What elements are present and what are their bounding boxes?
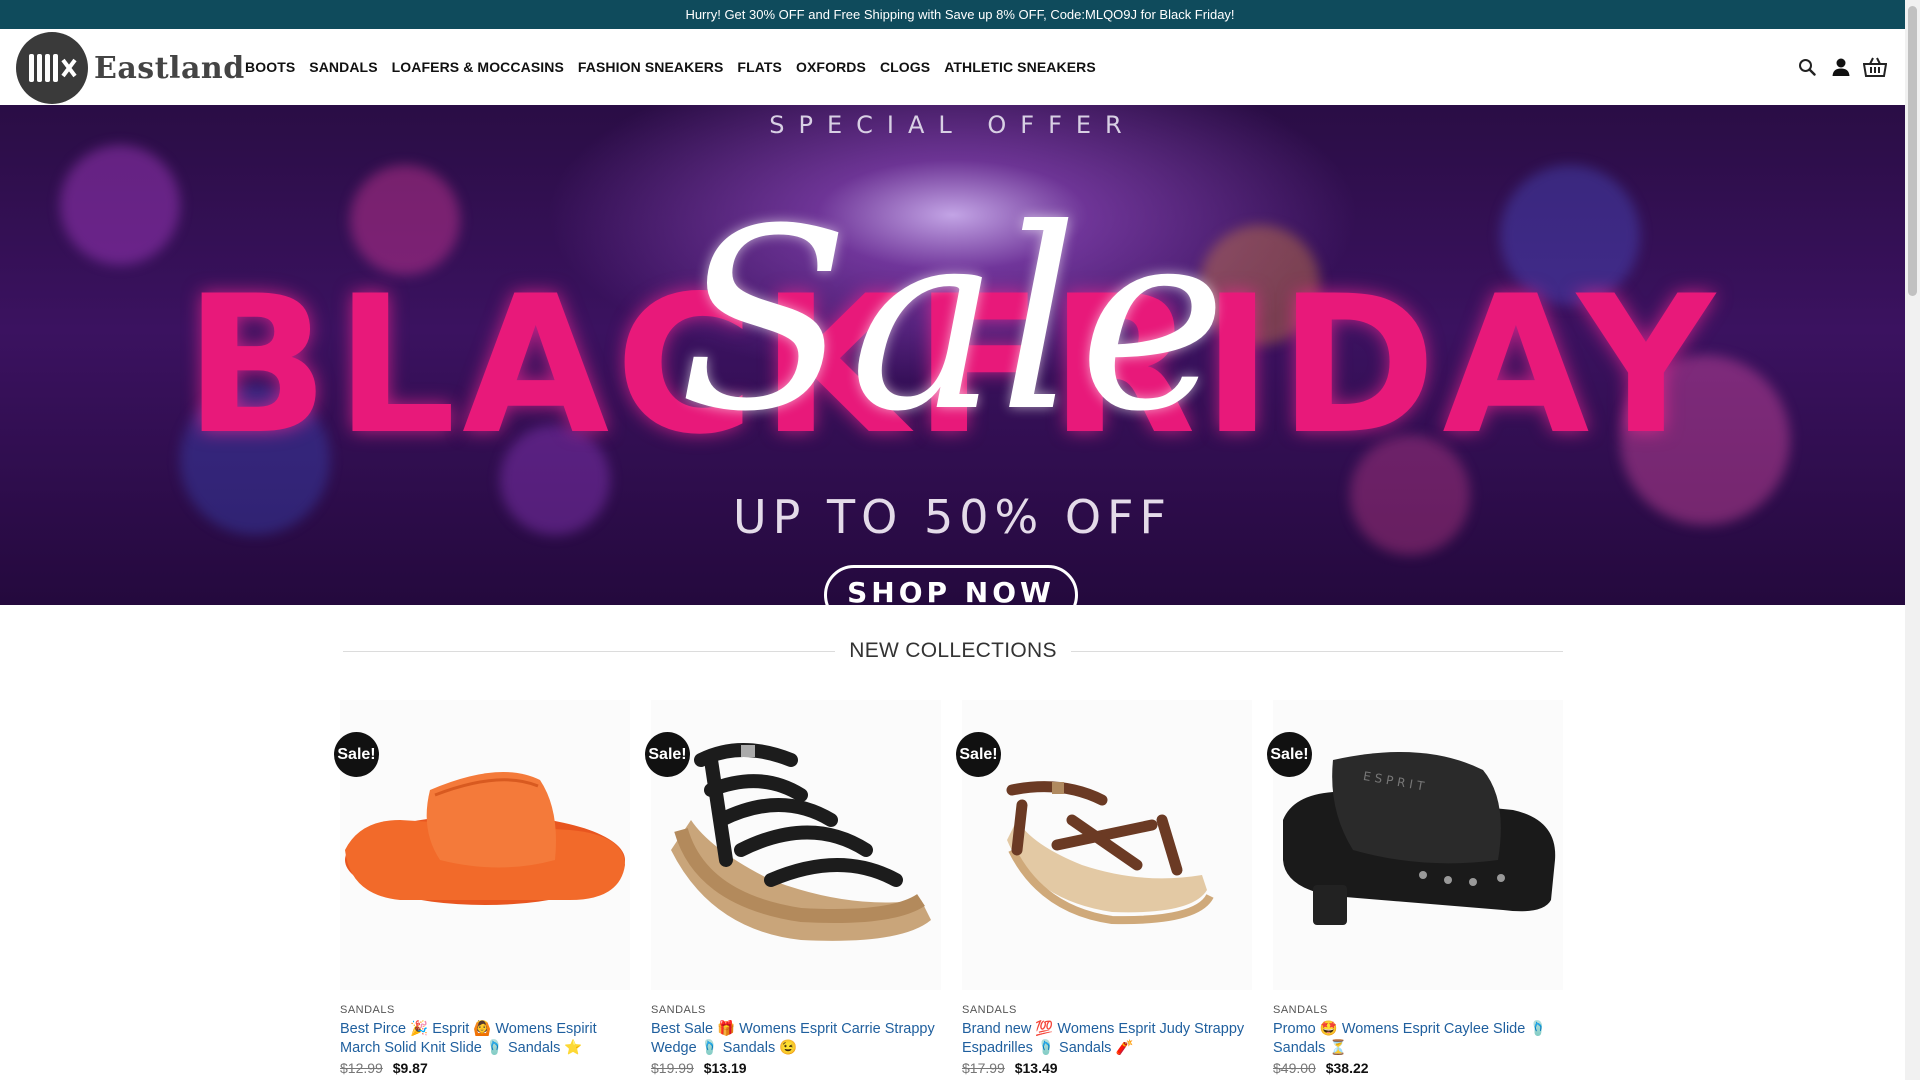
- promo-bar: Hurry! Get 30% OFF and Free Shipping wit…: [0, 0, 1920, 29]
- nav-flats[interactable]: FLATS: [737, 59, 782, 75]
- product-name[interactable]: Brand new 💯 Womens Esprit Judy Strappy E…: [962, 1020, 1254, 1058]
- divider: [1070, 650, 1563, 652]
- product-category[interactable]: SANDALS: [962, 1004, 1254, 1016]
- nav-boots[interactable]: BOOTS: [245, 59, 295, 75]
- search-icon[interactable]: [1795, 55, 1819, 79]
- brand-logo[interactable]: Eastland: [16, 32, 245, 104]
- main-nav: BOOTS SANDALS LOAFERS & MOCCASINS FASHIO…: [245, 29, 1110, 105]
- section-title: NEW COLLECTIONS: [849, 639, 1057, 662]
- product-card[interactable]: ESPRIT Sale! SANDALS Promo 🤩 Womens Espr…: [1267, 700, 1565, 1076]
- product-card[interactable]: Sale! SANDALS Brand new 💯 Womens Esprit …: [956, 700, 1254, 1076]
- old-price: $12.99: [340, 1060, 383, 1076]
- hero-sale-script: Sale: [678, 175, 1227, 466]
- nav-clogs[interactable]: CLOGS: [880, 59, 930, 75]
- basket-icon[interactable]: [1863, 55, 1887, 79]
- espadrille-sandal-image: [1006, 781, 1214, 925]
- product-category[interactable]: SANDALS: [1273, 1004, 1565, 1016]
- sale-price: $13.49: [1014, 1060, 1058, 1076]
- product-price: $49.00 $38.22: [1273, 1060, 1565, 1076]
- old-price: $49.00: [1273, 1060, 1316, 1076]
- old-price: $17.99: [962, 1060, 1005, 1076]
- shop-now-button[interactable]: SHOP NOW: [824, 565, 1078, 605]
- sale-badge: Sale!: [1267, 732, 1312, 777]
- product-category[interactable]: SANDALS: [340, 1004, 632, 1016]
- site-header: Eastland BOOTS SANDALS LOAFERS & MOCCASI…: [0, 29, 1905, 106]
- product-price: $17.99 $13.49: [962, 1060, 1254, 1076]
- product-price: $19.99 $13.19: [651, 1060, 943, 1076]
- product-image[interactable]: Sale!: [334, 700, 630, 990]
- strappy-wedge-image: [671, 743, 931, 941]
- product-category[interactable]: SANDALS: [651, 1004, 943, 1016]
- hero-special-offer: SPECIAL OFFER: [769, 111, 1136, 139]
- sale-price: $13.19: [703, 1060, 747, 1076]
- sale-price: $9.87: [392, 1060, 428, 1076]
- platform-slide-image: ESPRIT: [1283, 752, 1556, 925]
- product-grid: Sale! SANDALS Best Pirce 🎉 Esprit 🙆 Wome…: [334, 700, 1570, 1080]
- nav-loafers-moccasins[interactable]: LOAFERS & MOCCASINS: [392, 59, 564, 75]
- sale-badge: Sale!: [956, 732, 1001, 777]
- nav-fashion-sneakers[interactable]: FASHION SNEAKERS: [578, 59, 724, 75]
- promo-text: Hurry! Get 30% OFF and Free Shipping wit…: [685, 7, 1235, 22]
- product-card[interactable]: Sale! SANDALS Best Sale 🎁 Womens Esprit …: [645, 700, 943, 1076]
- page-scrollbar[interactable]: [1905, 0, 1920, 1080]
- product-name[interactable]: Best Sale 🎁 Womens Esprit Carrie Strappy…: [651, 1020, 943, 1058]
- product-price: $12.99 $9.87: [340, 1060, 632, 1076]
- product-card[interactable]: Sale! SANDALS Best Pirce 🎉 Esprit 🙆 Wome…: [334, 700, 632, 1076]
- header-icons: [1785, 29, 1887, 105]
- nav-oxfords[interactable]: OXFORDS: [796, 59, 866, 75]
- product-image[interactable]: Sale!: [645, 700, 941, 990]
- sale-badge: Sale!: [334, 732, 379, 777]
- logo-mark-icon: [16, 32, 88, 104]
- scrollbar-thumb[interactable]: [1908, 6, 1917, 296]
- product-name[interactable]: Promo 🤩 Womens Esprit Caylee Slide 🩴 San…: [1273, 1020, 1565, 1058]
- sale-badge: Sale!: [645, 732, 690, 777]
- product-image[interactable]: Sale!: [956, 700, 1252, 990]
- product-image[interactable]: ESPRIT Sale!: [1267, 700, 1563, 990]
- divider: [343, 650, 836, 652]
- user-icon[interactable]: [1829, 55, 1853, 79]
- old-price: $19.99: [651, 1060, 694, 1076]
- section-heading: NEW COLLECTIONS: [343, 636, 1563, 666]
- hero-discount: UP TO 50% OFF: [733, 490, 1172, 544]
- slide-sandal-image: [345, 772, 625, 905]
- hero-banner[interactable]: SPECIAL OFFER BLACKFRIDAY Sale UP TO 50%…: [0, 105, 1905, 605]
- nav-sandals[interactable]: SANDALS: [309, 59, 377, 75]
- sale-price: $38.22: [1325, 1060, 1369, 1076]
- brand-name: Eastland: [94, 50, 245, 86]
- product-name[interactable]: Best Pirce 🎉 Esprit 🙆 Womens Espirit Mar…: [340, 1020, 632, 1058]
- nav-athletic-sneakers[interactable]: ATHLETIC SNEAKERS: [944, 59, 1096, 75]
